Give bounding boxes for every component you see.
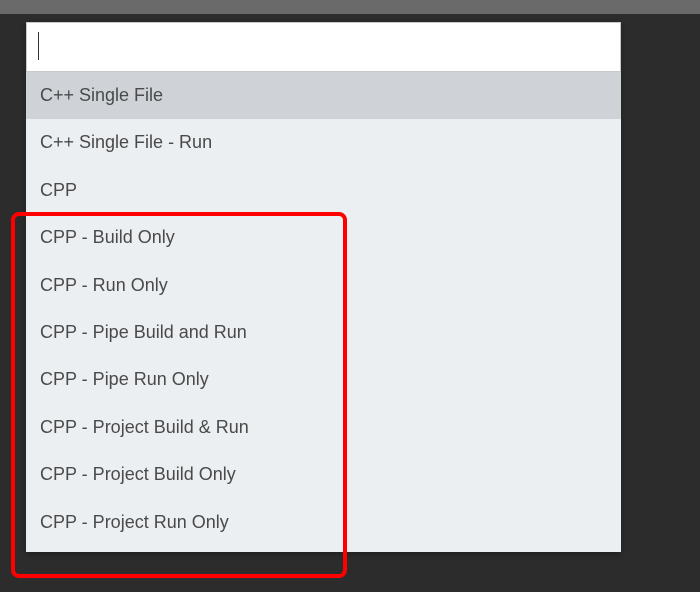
- option-cpp-project-run-only[interactable]: CPP - Project Run Only: [26, 499, 621, 546]
- command-palette: C++ Single File C++ Single File - Run CP…: [26, 22, 621, 552]
- option-cpp-project-build-only[interactable]: CPP - Project Build Only: [26, 451, 621, 498]
- search-input[interactable]: [26, 22, 621, 72]
- option-cpp[interactable]: CPP: [26, 167, 621, 214]
- option-cpp-project-build-run[interactable]: CPP - Project Build & Run: [26, 404, 621, 451]
- option-cpp-run-only[interactable]: CPP - Run Only: [26, 262, 621, 309]
- option-cpp-pipe-build-run[interactable]: CPP - Pipe Build and Run: [26, 309, 621, 356]
- option-list: C++ Single File C++ Single File - Run CP…: [26, 72, 621, 552]
- titlebar-strip: [0, 0, 700, 14]
- option-cpp-build-only[interactable]: CPP - Build Only: [26, 214, 621, 261]
- option-cpp-single-file[interactable]: C++ Single File: [26, 72, 621, 119]
- option-cpp-single-file-run[interactable]: C++ Single File - Run: [26, 119, 621, 166]
- option-cpp-pipe-run-only[interactable]: CPP - Pipe Run Only: [26, 356, 621, 403]
